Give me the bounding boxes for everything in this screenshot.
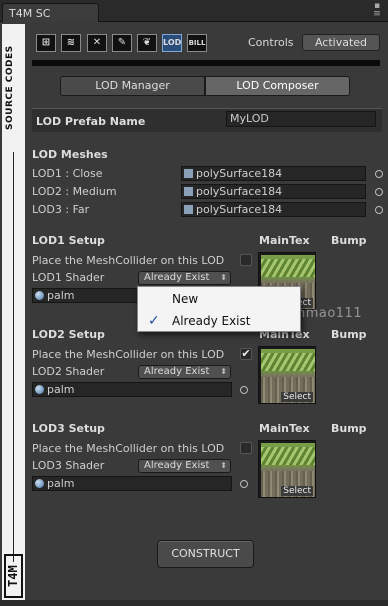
lod2-mesh-label: LOD2 : Medium: [32, 185, 117, 198]
lod1-collider-checkbox[interactable]: [240, 254, 252, 266]
lod2-mesh-picker-icon[interactable]: [375, 188, 383, 196]
lod2-bump-label: Bump: [331, 328, 367, 341]
lod1-shader-dropdown[interactable]: Already Exist ⬍: [138, 271, 231, 285]
material-icon: [35, 479, 44, 488]
speech-tool-icon[interactable]: ❦: [137, 34, 157, 52]
chevron-updown-icon: ⬍: [220, 461, 227, 470]
chevron-updown-icon: ⬍: [220, 367, 227, 376]
controls-label: Controls: [248, 36, 294, 49]
mesh-icon: [184, 187, 193, 196]
texture-leaf-detail: [261, 447, 315, 465]
window-bottom-edge: [0, 600, 388, 606]
layers-tool-icon[interactable]: ≋: [61, 34, 81, 52]
lod2-select-button[interactable]: Select: [281, 392, 313, 402]
lod3-shader-dropdown[interactable]: Already Exist ⬍: [138, 459, 231, 473]
shader-dropdown-popup: New ✓ Already Exist: [137, 286, 301, 332]
source-codes-text: SOURCE CODES: [5, 45, 15, 131]
prefab-name-input[interactable]: MyLOD: [226, 111, 376, 127]
tab-lod-composer[interactable]: LOD Composer: [205, 76, 350, 96]
lod2-mesh-field[interactable]: polySurface184: [181, 184, 366, 199]
lod3-material-field[interactable]: palm: [32, 476, 232, 491]
prefab-name-label: LOD Prefab Name: [36, 115, 146, 128]
texture-leaf-detail: [261, 259, 315, 277]
lod-tool-icon[interactable]: LOD: [162, 34, 182, 52]
lod3-select-button[interactable]: Select: [281, 486, 313, 496]
lod2-collider-label: Place the MeshCollider on this LOD: [32, 348, 225, 361]
lod-meshes-title: LOD Meshes: [32, 148, 108, 161]
lod3-shader-label: LOD3 Shader: [32, 459, 105, 472]
lod2-maintex-slot[interactable]: Select: [258, 346, 316, 404]
lod2-shader-dropdown[interactable]: Already Exist ⬍: [138, 365, 231, 379]
texture-leaf-detail: [261, 353, 315, 371]
brush-tool-icon[interactable]: ✎: [112, 34, 132, 52]
checkmark-icon: ✓: [148, 313, 160, 329]
lod1-bump-label: Bump: [331, 234, 367, 247]
popup-item-new[interactable]: New: [138, 289, 300, 309]
mesh-icon: [184, 205, 193, 214]
lod3-maintex-slot[interactable]: Select: [258, 440, 316, 498]
lod3-material-picker-icon[interactable]: [240, 480, 248, 488]
window-menu-icon[interactable]: ▪ ≡: [370, 2, 384, 20]
material-icon: [35, 291, 44, 300]
banner-divider: [13, 152, 14, 562]
lod2-collider-checkbox[interactable]: ✔: [240, 348, 252, 360]
mesh-icon: [184, 169, 193, 178]
lod3-mesh-field[interactable]: polySurface184: [181, 202, 366, 217]
lod3-bump-label: Bump: [331, 422, 367, 435]
construct-button[interactable]: CONSTRUCT: [157, 540, 254, 568]
lod1-mesh-picker-icon[interactable]: [375, 170, 383, 178]
material-icon: [35, 385, 44, 394]
lod1-collider-label: Place the MeshCollider on this LOD: [32, 254, 225, 267]
controls-activated-button[interactable]: Activated: [302, 34, 380, 51]
lod2-shader-label: LOD2 Shader: [32, 365, 105, 378]
prefab-name-row: LOD Prefab Name MyLOD: [32, 108, 382, 132]
lod2-material-field[interactable]: palm: [32, 382, 232, 397]
window-tab[interactable]: T4M SC: [2, 3, 99, 22]
lod3-collider-label: Place the MeshCollider on this LOD: [32, 442, 225, 455]
window-titlebar: T4M SC ▪ ≡: [0, 0, 388, 22]
popup-item-already-exist[interactable]: ✓ Already Exist: [138, 311, 300, 331]
lod3-setup-title: LOD3 Setup: [32, 422, 105, 435]
lod3-mesh-label: LOD3 : Far: [32, 203, 90, 216]
lod2-setup-title: LOD2 Setup: [32, 328, 105, 341]
chevron-updown-icon: ⬍: [220, 273, 227, 282]
lod1-maintex-label: MainTex: [259, 234, 310, 247]
t4m-logo: T4M: [4, 554, 23, 598]
lod1-shader-label: LOD1 Shader: [32, 271, 105, 284]
lod3-maintex-label: MainTex: [259, 422, 310, 435]
tab-lod-manager[interactable]: LOD Manager: [60, 76, 205, 96]
lod1-setup-title: LOD1 Setup: [32, 234, 105, 247]
tools-tool-icon[interactable]: ✕: [87, 34, 107, 52]
lod1-mesh-field[interactable]: polySurface184: [181, 166, 366, 181]
bill-tool-icon[interactable]: BILL: [187, 34, 207, 52]
grid-tool-icon[interactable]: ⊞: [36, 34, 56, 52]
lod1-mesh-label: LOD1 : Close: [32, 167, 103, 180]
lod3-collider-checkbox[interactable]: [240, 442, 252, 454]
lod2-material-picker-icon[interactable]: [240, 386, 248, 394]
toolbar-divider: [32, 60, 380, 66]
lod3-mesh-picker-icon[interactable]: [375, 206, 383, 214]
left-banner: SOURCE CODES T4M: [2, 24, 25, 602]
